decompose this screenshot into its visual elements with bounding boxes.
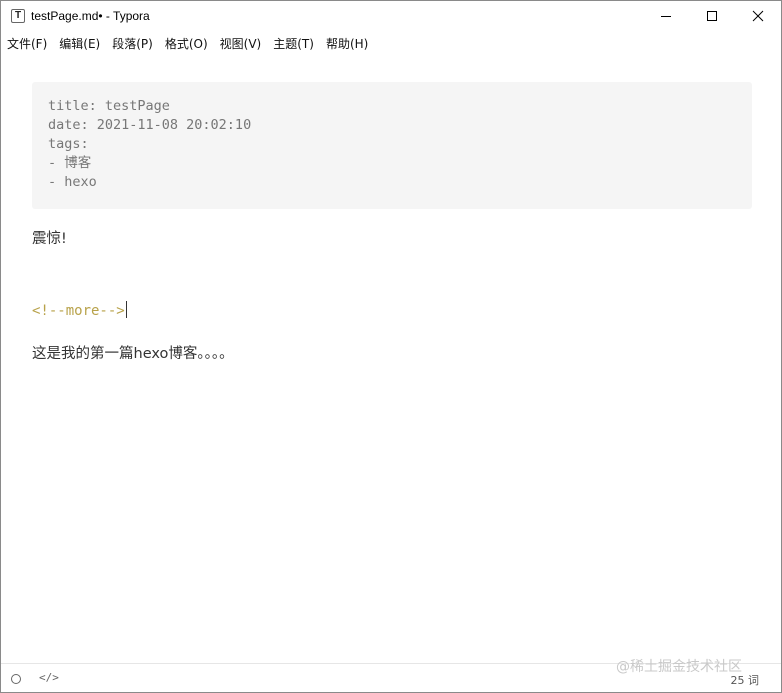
front-matter-line: tags: — [48, 136, 89, 152]
sidebar-toggle-icon[interactable] — [11, 674, 21, 684]
title-bar[interactable]: T testPage.md• - Typora — [1, 1, 781, 31]
front-matter-line: title: testPage — [48, 98, 170, 114]
text-cursor — [125, 301, 127, 318]
menu-edit[interactable]: 编辑(E) — [53, 35, 106, 52]
source-code-mode-icon[interactable]: </> — [39, 671, 59, 684]
minimize-button[interactable] — [643, 1, 689, 31]
maximize-button[interactable] — [689, 1, 735, 31]
menu-paragraph[interactable]: 段落(P) — [106, 35, 159, 52]
minimize-icon — [661, 16, 671, 17]
menu-file[interactable]: 文件(F) — [1, 35, 53, 52]
editor-area[interactable]: title: testPage date: 2021-11-08 20:02:1… — [1, 55, 781, 663]
yaml-front-matter[interactable]: title: testPage date: 2021-11-08 20:02:1… — [32, 82, 752, 209]
menu-help[interactable]: 帮助(H) — [320, 35, 374, 52]
menu-format[interactable]: 格式(O) — [159, 35, 214, 52]
more-comment-text: <!--more--> — [32, 303, 125, 319]
html-comment-more[interactable]: <!--more--> — [32, 301, 127, 319]
status-bar: </> @稀土掘金技术社区 25 词 — [1, 659, 781, 692]
menu-bar: 文件(F) 编辑(E) 段落(P) 格式(O) 视图(V) 主题(T) 帮助(H… — [1, 32, 781, 54]
close-button[interactable] — [735, 1, 781, 31]
front-matter-line: - hexo — [48, 174, 97, 190]
paragraph[interactable]: 震惊! — [32, 227, 67, 248]
word-count[interactable]: 25 词 — [731, 672, 760, 688]
front-matter-line: - 博客 — [48, 155, 92, 171]
typora-window: T testPage.md• - Typora 文件(F) 编辑(E) 段落(P… — [0, 0, 782, 693]
front-matter-line: date: 2021-11-08 20:02:10 — [48, 117, 252, 133]
menu-view[interactable]: 视图(V) — [214, 35, 268, 52]
window-title: testPage.md• - Typora — [31, 9, 150, 23]
menu-theme[interactable]: 主题(T) — [267, 35, 320, 52]
paragraph[interactable]: 这是我的第一篇hexo博客。。。。 — [32, 342, 234, 363]
typora-app-icon: T — [11, 9, 25, 23]
watermark: @稀土掘金技术社区 — [616, 659, 742, 675]
maximize-icon — [707, 11, 717, 21]
close-icon — [752, 10, 764, 22]
